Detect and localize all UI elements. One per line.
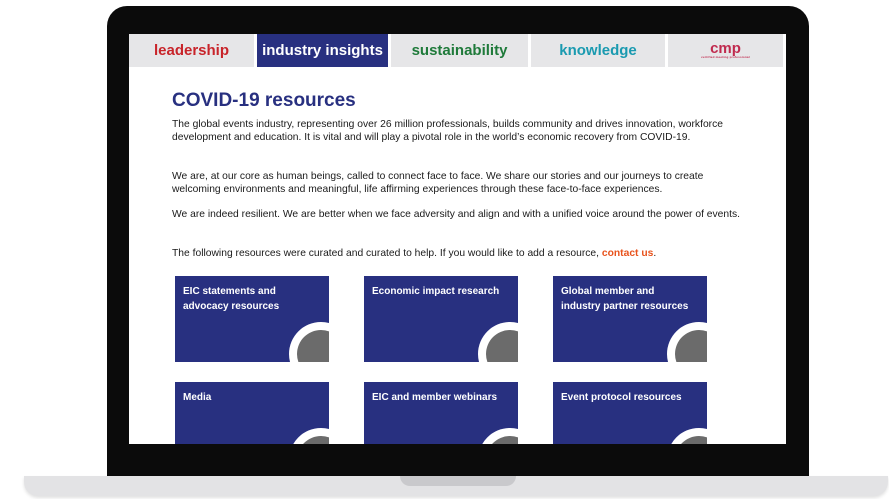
corner-arc-icon <box>667 322 707 362</box>
intro-paragraph-4: The following resources were curated and… <box>172 248 752 261</box>
tab-cmp[interactable]: cmp certified meeting professional <box>668 34 786 67</box>
cmp-logo-subtext: certified meeting professional <box>701 55 750 59</box>
contact-us-link[interactable]: contact us <box>602 248 654 259</box>
card-label: Economic impact research <box>372 286 500 297</box>
paragraph-text-end: . <box>653 248 657 259</box>
card-label: Event protocol resources <box>561 392 682 403</box>
resource-card-webinars[interactable]: EIC and member webinars <box>364 382 518 444</box>
paragraph-text: The following resources were curated and… <box>172 248 602 259</box>
tab-industry-insights[interactable]: industry insights <box>257 34 391 67</box>
resource-card-global-member[interactable]: Global member and industry partner resou… <box>553 276 707 362</box>
tab-knowledge[interactable]: knowledge <box>531 34 668 67</box>
screen: leadership industry insights sustainabil… <box>129 34 786 444</box>
intro-paragraph-3: We are indeed resilient. We are better w… <box>172 209 740 220</box>
tab-label: leadership <box>153 42 230 59</box>
intro-paragraph-2: We are, at our core as human beings, cal… <box>172 171 704 195</box>
corner-arc-icon <box>478 322 518 362</box>
tab-label: sustainability <box>411 42 508 59</box>
card-label: Media <box>183 392 212 403</box>
page-header: COVID-19 resources <box>172 90 752 112</box>
resource-card-event-protocol[interactable]: Event protocol resources <box>553 382 707 444</box>
page-title: COVID-19 resources <box>172 90 356 111</box>
resource-card-media[interactable]: Media <box>175 382 329 444</box>
resource-card-eic-statements[interactable]: EIC statements and advocacy resources <box>175 276 329 362</box>
resource-card-economic-impact[interactable]: Economic impact research <box>364 276 518 362</box>
tab-label: knowledge <box>559 42 637 59</box>
corner-arc-icon <box>293 428 329 444</box>
top-nav: leadership industry insights sustainabil… <box>129 34 786 67</box>
card-label: EIC and member webinars <box>372 392 498 403</box>
tab-leadership[interactable]: leadership <box>129 34 257 67</box>
corner-arc-icon <box>671 428 707 444</box>
cmp-logo: cmp <box>710 40 741 57</box>
card-label: Global member and industry partner resou… <box>561 286 689 312</box>
intro-paragraph-1: The global events industry, representing… <box>172 119 723 143</box>
tab-label: industry insights <box>262 42 383 59</box>
corner-arc-icon <box>289 322 329 362</box>
laptop-notch <box>400 476 516 486</box>
corner-arc-icon <box>482 428 518 444</box>
tab-sustainability[interactable]: sustainability <box>391 34 531 67</box>
card-label: EIC statements and advocacy resources <box>183 286 280 312</box>
